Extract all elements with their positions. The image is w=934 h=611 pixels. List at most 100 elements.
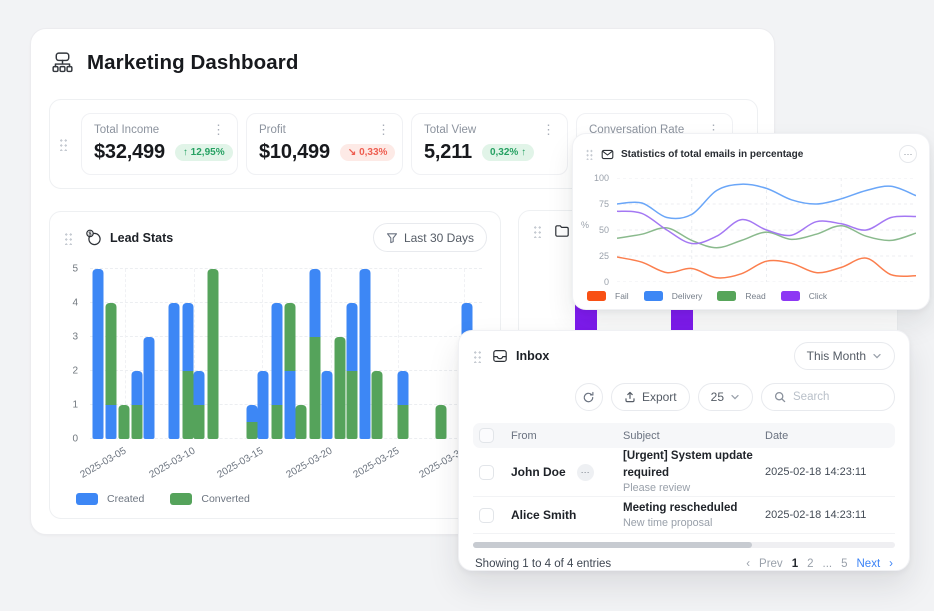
- bar-segment-converted: [284, 303, 295, 371]
- stat-card-profit: Profit ⋮ $10,499 ↘ 0,33%: [246, 113, 403, 175]
- inbox-footer: Showing 1 to 4 of 4 entries ‹ Prev 1 2 .…: [459, 548, 909, 570]
- bar-segment-created: [194, 371, 205, 405]
- lead-bar: [246, 405, 257, 439]
- row-checkbox[interactable]: [479, 465, 494, 480]
- row-checkbox[interactable]: [479, 508, 494, 523]
- lead-bar: [397, 371, 408, 439]
- bar-segment-converted: [372, 371, 383, 439]
- legend-label: Created: [107, 493, 144, 505]
- legend-swatch: [781, 291, 800, 301]
- drag-handle-icon[interactable]: [59, 137, 68, 151]
- stat-label: Total View: [424, 124, 476, 136]
- table-row[interactable]: John Doe ⋯ [Urgent] System update requir…: [473, 448, 895, 497]
- bar-segment-created: [144, 337, 155, 439]
- inbox-table: From Subject Date John Doe ⋯ [Urgent] Sy…: [473, 423, 895, 534]
- y-tick-label: 5: [72, 264, 78, 275]
- period-dropdown[interactable]: This Month: [794, 342, 895, 370]
- column-header-date: Date: [765, 430, 889, 442]
- bar-segment-created: [258, 371, 269, 439]
- folder-icon: [554, 223, 570, 239]
- lead-bar: [271, 303, 282, 439]
- drag-handle-icon[interactable]: [64, 231, 73, 245]
- page-ellipsis: ...: [823, 558, 833, 570]
- lead-stats-plot: 2025-03-052025-03-102025-03-152025-03-20…: [90, 269, 482, 439]
- horizontal-scrollbar: [473, 542, 895, 548]
- email-date: 2025-02-18 14:23:11: [765, 509, 889, 521]
- lead-bar: [194, 371, 205, 439]
- email-preview: New time proposal: [623, 516, 765, 531]
- trend-badge: ↘ 0,33%: [340, 144, 396, 161]
- search-box: [761, 383, 895, 411]
- svg-text:$: $: [89, 231, 92, 237]
- stat-card-total-income: Total Income ⋮ $32,499 ↑ 12,95%: [81, 113, 238, 175]
- line-series-delivery: [617, 184, 916, 218]
- scrollbar-thumb[interactable]: [473, 542, 752, 548]
- drag-handle-icon[interactable]: [586, 148, 594, 160]
- email-stats-ylabel: %: [581, 220, 589, 230]
- lead-bar: [182, 303, 193, 439]
- legend-item-created: Created: [76, 493, 144, 505]
- next-button[interactable]: Next: [857, 558, 881, 570]
- lead-bar: [169, 303, 180, 439]
- prev-button[interactable]: Prev: [759, 558, 783, 570]
- legend-swatch: [76, 493, 98, 505]
- date-filter-button[interactable]: Last 30 Days: [374, 224, 486, 251]
- lead-bar: [436, 405, 447, 439]
- legend-swatch: [644, 291, 663, 301]
- refresh-button[interactable]: [575, 383, 603, 411]
- legend-item-delivery: Delivery: [644, 291, 703, 301]
- search-input[interactable]: [793, 391, 883, 403]
- kebab-menu-icon[interactable]: ⋮: [377, 123, 390, 136]
- y-tick-label: 75: [599, 199, 609, 209]
- bar-segment-converted: [436, 405, 447, 439]
- legend-swatch: [170, 493, 192, 505]
- bar-segment-created: [169, 303, 180, 439]
- lead-stats-yaxis: 012345: [62, 269, 82, 439]
- email-subject: [Urgent] System update required: [623, 448, 765, 481]
- card-menu-button[interactable]: ⋯: [899, 145, 917, 163]
- column-header-from: From: [511, 430, 623, 442]
- lead-bar: [334, 337, 345, 439]
- table-row[interactable]: Alice Smith Meeting rescheduled New time…: [473, 497, 895, 534]
- next-arrow-icon[interactable]: ›: [889, 558, 893, 570]
- lead-bar: [144, 337, 155, 439]
- envelope-icon: [601, 148, 614, 161]
- y-tick-label: 25: [599, 251, 609, 261]
- entries-summary: Showing 1 to 4 of 4 entries: [475, 558, 611, 570]
- y-tick-label: 0: [604, 277, 609, 287]
- page-button-1[interactable]: 1: [792, 558, 798, 570]
- y-tick-label: 1: [72, 400, 78, 411]
- drag-handle-icon[interactable]: [473, 349, 482, 363]
- page-size-value: 25: [711, 390, 724, 404]
- bar-segment-created: [347, 303, 358, 371]
- kebab-menu-icon[interactable]: ⋮: [212, 123, 225, 136]
- lead-bar: [322, 371, 333, 439]
- prev-arrow-icon[interactable]: ‹: [746, 558, 750, 570]
- row-menu-button[interactable]: ⋯: [577, 464, 594, 481]
- email-stats-svg: [617, 178, 916, 282]
- page-size-dropdown[interactable]: 25: [698, 383, 753, 411]
- kebab-menu-icon[interactable]: ⋮: [542, 123, 555, 136]
- bar-segment-converted: [397, 405, 408, 439]
- lead-bar: [295, 405, 306, 439]
- drag-handle-icon[interactable]: [533, 224, 542, 238]
- page-button-2[interactable]: 2: [807, 558, 813, 570]
- legend-label: Click: [809, 291, 827, 301]
- bar-segment-created: [271, 303, 282, 405]
- bar-segment-converted: [182, 371, 193, 439]
- legend-item-fail: Fail: [587, 291, 629, 301]
- y-tick-label: 0: [72, 434, 78, 445]
- inbox-toolbar: Export 25: [459, 370, 909, 411]
- export-button[interactable]: Export: [611, 383, 690, 411]
- chevron-down-icon: [872, 351, 882, 361]
- select-all-checkbox[interactable]: [479, 428, 494, 443]
- page-button-5[interactable]: 5: [841, 558, 847, 570]
- email-subject: Meeting rescheduled: [623, 500, 765, 517]
- lead-bar: [284, 303, 295, 439]
- bar-segment-converted: [334, 337, 345, 439]
- email-stats-plot: [617, 178, 916, 282]
- trend-badge: ↑ 12,95%: [175, 144, 233, 161]
- sender-name: John Doe: [511, 465, 566, 479]
- bar-segment-created: [322, 371, 333, 439]
- lead-bar: [258, 371, 269, 439]
